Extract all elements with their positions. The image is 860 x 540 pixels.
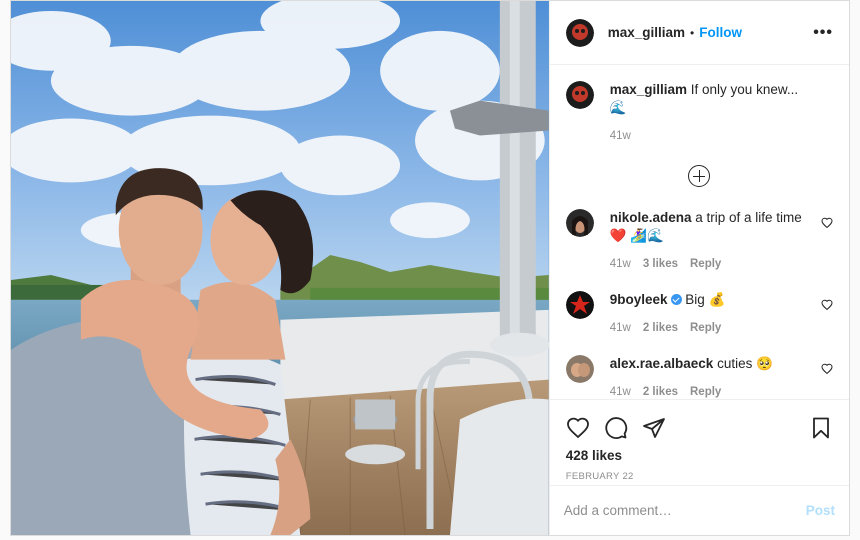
comment-age: 41w bbox=[609, 322, 631, 334]
action-bar bbox=[566, 408, 833, 448]
load-more-comments bbox=[566, 165, 833, 187]
comments-list[interactable]: max_gilliam If only you knew...🌊 41w nik… bbox=[550, 65, 849, 399]
post-comment-button[interactable]: Post bbox=[806, 503, 835, 518]
comment-body: 9boyleek Big 💰 41w 2 likes Reply bbox=[610, 291, 833, 337]
reply-button[interactable]: Reply bbox=[690, 255, 721, 273]
comment-row: nikole.adena a trip of a life time ❤️ 🏄‍… bbox=[565, 209, 833, 273]
caption-age: 41w bbox=[609, 130, 631, 142]
caption-meta: 41w bbox=[610, 127, 813, 145]
heart-small-icon[interactable] bbox=[821, 217, 833, 229]
post-card: max_gilliam • Follow ••• max_gilliam If … bbox=[10, 0, 850, 536]
comment-body: nikole.adena a trip of a life time ❤️ 🏄‍… bbox=[610, 209, 833, 273]
comment-likes[interactable]: 2 likes bbox=[643, 319, 678, 337]
verified-badge-icon bbox=[670, 294, 682, 305]
separator-dot: • bbox=[690, 25, 695, 40]
caption-body: max_gilliam If only you knew...🌊 41w bbox=[610, 81, 833, 145]
heart-small-icon[interactable] bbox=[821, 299, 833, 311]
comment-likes[interactable]: 2 likes bbox=[643, 383, 678, 399]
add-comment-bar: Post bbox=[549, 485, 849, 535]
commenter-avatar[interactable] bbox=[565, 355, 594, 383]
comment-username[interactable]: 9boyleek bbox=[610, 292, 668, 307]
post-header: max_gilliam • Follow ••• bbox=[549, 1, 849, 65]
comment-text: cuties 🥺 bbox=[717, 356, 773, 371]
author-username[interactable]: max_gilliam bbox=[608, 25, 685, 40]
comment-age: 41w bbox=[609, 258, 631, 270]
comment-body: alex.rae.albaeck cuties 🥺 41w 2 likes Re… bbox=[610, 355, 833, 399]
more-options-icon[interactable]: ••• bbox=[813, 24, 833, 42]
heart-outline-icon[interactable] bbox=[566, 416, 590, 440]
post-sidebar: max_gilliam • Follow ••• max_gilliam If … bbox=[548, 1, 849, 535]
reply-button[interactable]: Reply bbox=[690, 383, 721, 399]
post-actions-section: 428 likes February 22 bbox=[549, 399, 849, 485]
commenter-avatar[interactable] bbox=[565, 209, 594, 237]
post-photo[interactable] bbox=[11, 1, 549, 535]
comment-age: 41w bbox=[609, 386, 631, 398]
paper-plane-icon[interactable] bbox=[642, 416, 666, 440]
speech-bubble-icon[interactable] bbox=[604, 416, 628, 440]
likes-count[interactable]: 428 likes bbox=[566, 448, 833, 463]
comment-meta: 41w 2 likes Reply bbox=[610, 383, 813, 399]
comment-username[interactable]: alex.rae.albaeck bbox=[610, 356, 714, 371]
comment-meta: 41w 2 likes Reply bbox=[610, 319, 813, 337]
comment-input[interactable] bbox=[563, 503, 806, 518]
bookmark-icon[interactable] bbox=[809, 416, 833, 440]
couple-on-yacht-image bbox=[11, 1, 549, 535]
comment-username[interactable]: nikole.adena bbox=[610, 210, 692, 225]
caption-username[interactable]: max_gilliam bbox=[610, 82, 687, 97]
comment-likes[interactable]: 3 likes bbox=[643, 255, 678, 273]
plus-circle-icon[interactable] bbox=[688, 165, 711, 187]
comment-text: Big 💰 bbox=[685, 292, 726, 307]
author-avatar[interactable] bbox=[565, 18, 594, 47]
follow-button[interactable]: Follow bbox=[699, 25, 742, 40]
post-date: February 22 bbox=[565, 471, 634, 482]
comment-row: alex.rae.albaeck cuties 🥺 41w 2 likes Re… bbox=[565, 355, 833, 399]
heart-small-icon[interactable] bbox=[821, 363, 833, 375]
comment-row: 9boyleek Big 💰 41w 2 likes Reply bbox=[565, 291, 833, 337]
caption-row: max_gilliam If only you knew...🌊 41w bbox=[565, 81, 833, 145]
comment-meta: 41w 3 likes Reply bbox=[610, 255, 813, 273]
caption-avatar[interactable] bbox=[565, 81, 594, 109]
reply-button[interactable]: Reply bbox=[690, 319, 721, 337]
commenter-avatar[interactable] bbox=[565, 291, 594, 319]
